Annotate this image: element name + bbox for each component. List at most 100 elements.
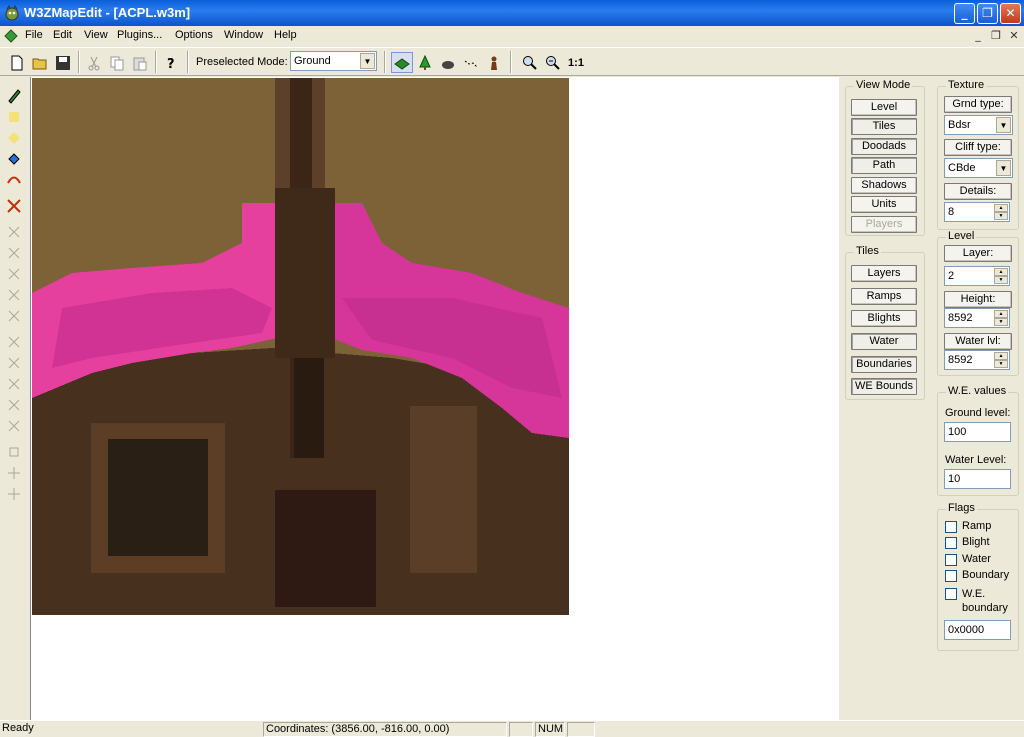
disabled-tool-7[interactable]	[4, 353, 24, 372]
status-ready: Ready	[2, 722, 34, 734]
tiles-title: Tiles	[854, 245, 881, 257]
arrow-tool-icon	[8, 289, 20, 300]
new-button[interactable]	[6, 52, 28, 73]
ground-level-input[interactable]: 100	[944, 422, 1011, 442]
menu-help[interactable]: Help	[274, 29, 297, 41]
view-path-button[interactable]: Path	[851, 157, 917, 174]
brush-large-tool-button[interactable]	[4, 128, 24, 147]
height-spinner[interactable]: 8592 ▲ ▼	[944, 308, 1010, 328]
tiles-layers-button[interactable]: Layers	[851, 265, 917, 282]
scissors-icon	[88, 56, 100, 70]
new-file-icon	[11, 55, 23, 70]
details-spinner[interactable]: 8 ▲ ▼	[944, 202, 1010, 222]
disabled-tool-8[interactable]	[4, 374, 24, 393]
menu-options[interactable]: Options	[175, 29, 213, 41]
view-level-button[interactable]: Level	[851, 99, 917, 116]
spin-arrows-icon[interactable]: ▲ ▼	[994, 204, 1008, 220]
chevron-down-icon[interactable]: ▼	[360, 53, 375, 69]
we-boundary-checkbox[interactable]	[945, 588, 957, 600]
disabled-tool-3[interactable]	[4, 264, 24, 283]
zoom-in-button[interactable]	[519, 52, 541, 73]
water-level-input[interactable]: 10	[944, 469, 1011, 489]
save-button[interactable]	[52, 52, 74, 73]
cliff-mode-button[interactable]	[437, 52, 459, 73]
tiles-blights-button[interactable]: Blights	[851, 310, 917, 327]
menu-window[interactable]: Window	[224, 29, 263, 41]
layer-spinner[interactable]: 2 ▲ ▼	[944, 266, 1010, 286]
menu-view[interactable]: View	[84, 29, 108, 41]
disabled-tool-2[interactable]	[4, 243, 24, 262]
flags-hex-input[interactable]: 0x0000	[944, 620, 1011, 640]
details-button[interactable]: Details:	[944, 183, 1012, 200]
unit-mode-button[interactable]	[483, 52, 505, 73]
ramp-checkbox[interactable]	[945, 521, 957, 533]
doodad-mode-button[interactable]	[414, 52, 436, 73]
open-button[interactable]	[29, 52, 51, 73]
spin-arrows-icon[interactable]: ▲ ▼	[994, 310, 1008, 326]
pencil-tool-button[interactable]	[4, 86, 24, 105]
boundary-checkbox[interactable]	[945, 570, 957, 582]
ground-mode-button[interactable]	[391, 52, 413, 73]
close-button[interactable]: ✕	[1000, 3, 1021, 24]
tiles-we-bounds-button[interactable]: WE Bounds	[851, 378, 917, 395]
copy-icon	[110, 56, 124, 70]
disabled-tool-11[interactable]	[4, 442, 24, 461]
disabled-tool-13[interactable]	[4, 484, 24, 503]
paste-button[interactable]	[129, 52, 151, 73]
brush-small-tool-button[interactable]	[4, 107, 24, 126]
water-level-spinner[interactable]: 8592 ▲ ▼	[944, 350, 1010, 370]
curve-tool-button[interactable]	[4, 170, 24, 189]
chevron-down-icon[interactable]: ▼	[996, 160, 1011, 176]
menu-file[interactable]: File	[25, 29, 43, 41]
minimize-button[interactable]: _	[954, 3, 975, 24]
status-coordinates: Coordinates: (3856.00, -816.00, 0.00)	[263, 722, 507, 737]
cut-button[interactable]	[83, 52, 105, 73]
blight-checkbox[interactable]	[945, 537, 957, 549]
view-tiles-button[interactable]: Tiles	[851, 118, 917, 135]
view-doodads-button[interactable]: Doodads	[851, 138, 917, 155]
maximize-button[interactable]: ❐	[977, 3, 998, 24]
water-checkbox[interactable]	[945, 554, 957, 566]
mdi-close-button[interactable]: ✕	[1006, 28, 1022, 44]
disabled-tool-12[interactable]	[4, 463, 24, 482]
disabled-tool-6[interactable]	[4, 332, 24, 351]
spin-arrows-icon[interactable]: ▲ ▼	[994, 352, 1008, 368]
menu-edit[interactable]: Edit	[53, 29, 72, 41]
zoom-reset-button[interactable]: 1:1	[565, 52, 587, 73]
preselected-mode-select[interactable]: Ground ▼	[290, 51, 377, 71]
disabled-tool-9[interactable]	[4, 395, 24, 414]
ground-type-select[interactable]: Bdsr ▼	[944, 115, 1013, 135]
tiles-water-button[interactable]: Water	[851, 333, 917, 350]
spin-arrows-icon[interactable]: ▲ ▼	[994, 268, 1008, 284]
water-level-label: Water Level:	[945, 454, 1007, 466]
tiles-ramps-button[interactable]: Ramps	[851, 288, 917, 305]
height-button[interactable]: Height:	[944, 291, 1012, 308]
cliff-type-button[interactable]: Cliff type:	[944, 139, 1012, 156]
document-icon[interactable]	[4, 29, 18, 43]
chevron-down-icon[interactable]: ▼	[996, 117, 1011, 133]
layer-button[interactable]: Layer:	[944, 245, 1012, 262]
cliff-type-select[interactable]: CBde ▼	[944, 158, 1013, 178]
disabled-tool-5[interactable]	[4, 306, 24, 325]
map-canvas[interactable]	[30, 77, 839, 720]
disabled-tool-10[interactable]	[4, 416, 24, 435]
path-mode-button[interactable]	[460, 52, 482, 73]
menu-plugins[interactable]: Plugins...	[117, 29, 162, 41]
water-level-button[interactable]: Water lvl:	[944, 333, 1012, 350]
map-view[interactable]	[32, 78, 569, 615]
status-caps	[509, 722, 533, 737]
ground-type-button[interactable]: Grnd type:	[944, 96, 1012, 113]
select-tool-button[interactable]	[4, 196, 24, 215]
view-units-button[interactable]: Units	[851, 196, 917, 213]
mdi-restore-button[interactable]: ❐	[988, 28, 1004, 44]
tiles-boundaries-button[interactable]: Boundaries	[851, 356, 917, 373]
disabled-tool-4[interactable]	[4, 285, 24, 304]
fill-tool-button[interactable]	[4, 149, 24, 168]
disabled-tool-1[interactable]	[4, 222, 24, 241]
help-button[interactable]: ?	[160, 52, 182, 73]
zoom-out-button[interactable]	[542, 52, 564, 73]
mdi-minimize-button[interactable]: _	[970, 28, 986, 44]
copy-button[interactable]	[106, 52, 128, 73]
view-players-button[interactable]: Players	[851, 216, 917, 233]
view-shadows-button[interactable]: Shadows	[851, 177, 917, 194]
